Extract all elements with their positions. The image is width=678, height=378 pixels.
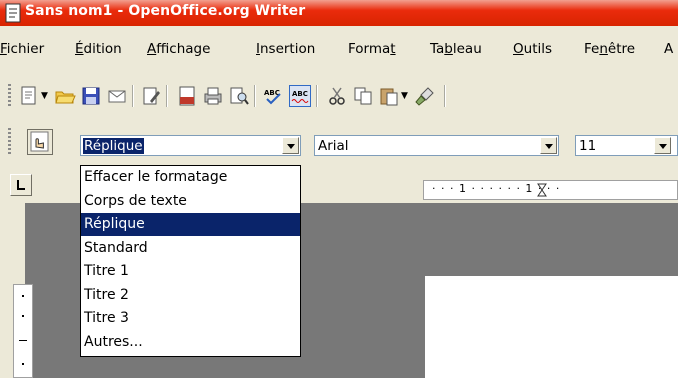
menu-fichier[interactable]: Fichier <box>0 41 44 57</box>
cut-icon[interactable] <box>326 85 348 107</box>
document-page[interactable] <box>425 276 678 378</box>
toolbar-separator <box>132 85 134 107</box>
edit-file-icon[interactable] <box>140 85 162 107</box>
indent-marker-icon[interactable] <box>537 183 547 197</box>
toolbar-separator <box>166 85 168 107</box>
toolbar-separator <box>254 85 256 107</box>
new-dropdown-arrow-icon[interactable]: ▼ <box>41 91 48 101</box>
style-option-titre-1[interactable]: Titre 1 <box>81 260 300 283</box>
style-option-titre-3[interactable]: Titre 3 <box>81 307 300 330</box>
menu-aide[interactable]: A <box>664 41 673 57</box>
style-option-standard[interactable]: Standard <box>81 237 300 260</box>
font-size-combo[interactable]: 11 <box>575 135 678 156</box>
style-option-titre-2[interactable]: Titre 2 <box>81 284 300 307</box>
spellcheck-icon[interactable]: ABC <box>262 85 284 107</box>
font-size-dropdown-arrow-icon[interactable] <box>654 137 671 154</box>
style-option-autres[interactable]: Autres... <box>81 331 300 354</box>
font-name-dropdown-arrow-icon[interactable] <box>540 137 557 154</box>
print-icon[interactable] <box>202 85 224 107</box>
toolbar-grip[interactable] <box>8 128 11 156</box>
svg-text:ABC: ABC <box>292 90 308 98</box>
style-option-corps-de-texte[interactable]: Corps de texte <box>81 190 300 213</box>
font-name-combo[interactable]: Arial <box>314 135 559 156</box>
save-icon[interactable] <box>80 85 102 107</box>
font-size-value: 11 <box>579 138 597 154</box>
window-title: Sans nom1 - OpenOffice.org Writer <box>25 3 306 19</box>
new-document-icon[interactable] <box>18 85 40 107</box>
formatting-toolbar: Réplique Arial 11 <box>0 123 678 163</box>
menu-affichage[interactable]: Affichage <box>147 41 210 57</box>
title-bar[interactable]: Sans nom1 - OpenOffice.org Writer <box>0 0 678 26</box>
email-icon[interactable] <box>106 85 128 107</box>
paragraph-style-dropdown-arrow-icon[interactable] <box>282 137 299 154</box>
format-paintbrush-icon[interactable] <box>414 85 436 107</box>
auto-spellcheck-icon[interactable]: ABC <box>289 85 311 107</box>
menu-bar: Fichier Édition Affichage Insertion Form… <box>0 41 678 67</box>
horizontal-ruler[interactable]: · · · 1 · · · · · · 1 · · · <box>423 180 678 200</box>
toolbar-grip[interactable] <box>8 84 11 108</box>
paragraph-style-dropdown-list: Effacer le formatage Corps de texte Répl… <box>80 165 301 357</box>
toolbar-separator <box>316 85 318 107</box>
vertical-ruler[interactable] <box>13 284 33 378</box>
styles-formatting-icon[interactable] <box>27 129 53 155</box>
menu-edition[interactable]: Édition <box>75 41 122 57</box>
open-folder-icon[interactable] <box>54 85 76 107</box>
export-pdf-icon[interactable] <box>176 85 198 107</box>
ruler-tick <box>22 363 24 365</box>
menu-format[interactable]: Format <box>348 41 396 57</box>
writer-app-icon <box>5 3 21 23</box>
ruler-tick <box>19 340 27 341</box>
paragraph-style-combo[interactable]: Réplique <box>80 135 301 156</box>
standard-toolbar: ▼ ABC ABC ▼ <box>0 80 678 112</box>
menu-outils[interactable]: Outils <box>513 41 552 57</box>
left-tab-icon <box>17 180 25 190</box>
ruler-tick <box>22 315 24 317</box>
style-option-replique[interactable]: Réplique <box>81 213 300 236</box>
print-preview-icon[interactable] <box>228 85 250 107</box>
tab-stop-selector[interactable] <box>10 174 32 196</box>
font-name-value: Arial <box>318 138 349 154</box>
copy-icon[interactable] <box>352 85 374 107</box>
ruler-tick <box>22 295 24 297</box>
paste-dropdown-arrow-icon[interactable]: ▼ <box>401 91 408 101</box>
paste-icon[interactable] <box>378 85 400 107</box>
menu-fenetre[interactable]: Fenêtre <box>584 41 635 57</box>
toolbar-separator <box>444 85 446 107</box>
menu-insertion[interactable]: Insertion <box>256 41 315 57</box>
menu-tableau[interactable]: Tableau <box>430 41 482 57</box>
style-option-effacer-le-formatage[interactable]: Effacer le formatage <box>81 166 300 189</box>
paragraph-style-value: Réplique <box>83 138 144 154</box>
